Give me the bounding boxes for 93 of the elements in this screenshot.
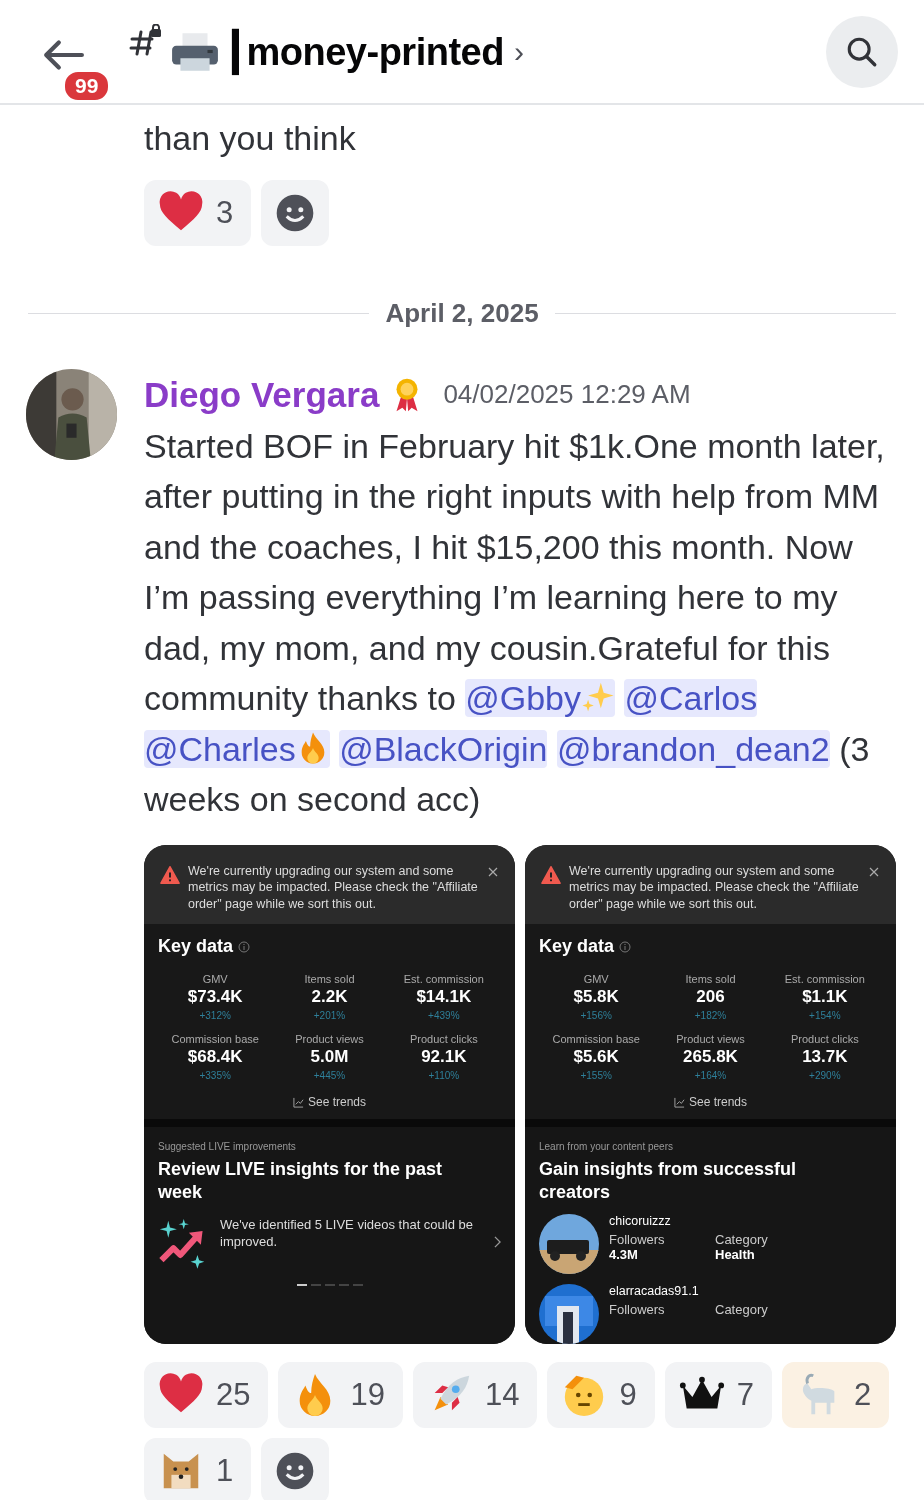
- metric-change: +290%: [809, 1070, 841, 1081]
- metric-value: 206: [696, 987, 725, 1007]
- metric-change: +154%: [809, 1010, 841, 1021]
- close-icon[interactable]: [869, 866, 879, 877]
- metric-value: $5.6K: [573, 1047, 619, 1067]
- metric-change: +182%: [694, 1010, 727, 1021]
- metric-label: Items sold: [685, 973, 736, 985]
- stat-label: Followers: [609, 1232, 665, 1247]
- message-text: than you think: [144, 118, 357, 159]
- metric-label: Product views: [676, 1033, 745, 1045]
- metric-change: +156%: [580, 1010, 612, 1021]
- metric-label: Product clicks: [409, 1033, 478, 1045]
- info-icon[interactable]: [619, 940, 632, 953]
- reaction-button[interactable]: 7: [664, 1361, 772, 1428]
- warning-icon: [160, 865, 180, 884]
- screenshot-card[interactable]: [525, 844, 896, 1344]
- screenshot-card[interactable]: [144, 844, 515, 1344]
- stat-label: Followers: [609, 1302, 665, 1317]
- chevron-icon[interactable]: ›: [513, 34, 524, 69]
- see-trends-link[interactable]: See trends: [158, 1095, 501, 1109]
- reaction-button[interactable]: 2: [781, 1361, 890, 1428]
- metric-change: +445%: [313, 1070, 346, 1081]
- section-title: Key data: [539, 936, 615, 957]
- metric-value: 92.1K: [421, 1047, 467, 1067]
- warning-icon: [541, 865, 561, 884]
- locked-channel-icon: [128, 23, 162, 58]
- add-reaction-icon: [275, 192, 316, 233]
- metric-value: 2.2K: [311, 987, 348, 1007]
- channel-name[interactable]: ┃money-printed: [224, 29, 504, 74]
- metric-change: +164%: [694, 1070, 727, 1081]
- reaction-button[interactable]: 9: [547, 1361, 655, 1428]
- section-title: Key data: [158, 936, 234, 957]
- user-mention[interactable]: @Carlos: [624, 679, 758, 717]
- stat-label: Category: [715, 1302, 769, 1317]
- close-icon[interactable]: [488, 866, 498, 877]
- metric-label: Items sold: [304, 973, 355, 985]
- see-trends-link[interactable]: See trends: [539, 1095, 882, 1109]
- metric-value: 265.8K: [683, 1047, 738, 1067]
- section-title: Review LIVE insights for the past week: [158, 1158, 444, 1204]
- printer-icon: [170, 30, 220, 73]
- timestamp: 04/02/2025 12:29 AM: [443, 379, 691, 410]
- add-reaction-button[interactable]: [261, 179, 330, 246]
- reaction-button[interactable]: 19: [278, 1361, 403, 1428]
- metric-value: 5.0M: [310, 1047, 349, 1067]
- reaction-button[interactable]: 3: [144, 179, 252, 246]
- metric-label: Product views: [295, 1033, 364, 1045]
- section-label: Suggested LIVE improvements: [158, 1141, 297, 1152]
- metric-value: $1.1K: [802, 987, 848, 1007]
- metric-change: +439%: [428, 1010, 460, 1021]
- section-title: Gain insights from successful creators: [539, 1158, 798, 1204]
- metric-value: $5.8K: [573, 987, 619, 1007]
- banner-text: We're currently upgrading our system and some metrics may be impacted. Please check the "Affiliate order" page while we sort this out.: [188, 862, 479, 912]
- metric-label: Est. commission: [403, 973, 484, 985]
- stat-value: 4.3M: [609, 1247, 639, 1262]
- suggestion-text: We've identified 5 LIVE videos that could be improved.: [220, 1216, 474, 1250]
- reaction-button[interactable]: 14: [412, 1361, 538, 1428]
- creator-name[interactable]: chicoruizzz: [609, 1214, 771, 1228]
- creator-name[interactable]: elarracadas91.1: [609, 1284, 771, 1298]
- user-mention[interactable]: @brandon_dean2: [556, 729, 830, 768]
- stat-label: Category: [715, 1232, 769, 1247]
- metric-value: 13.7K: [802, 1047, 848, 1067]
- metric-value: $73.4K: [187, 987, 243, 1007]
- chart-icon: [292, 1096, 304, 1108]
- metric-label: Product clicks: [790, 1033, 859, 1045]
- message-text: Started BOF in February hit $1k.One month later, after putting in the right inputs with help from MM and the coaches, I hit $15,200 this month. Now I’m passing everything I’m learning here to my dad, my mom, and my cousin.Grateful for this community thanks to @Gbby @Carlos @Charles @BlackOrigin @brandon_dean2 (3 weeks on second acc): [144, 425, 886, 820]
- user-mention[interactable]: @Gbby: [465, 679, 616, 717]
- metric-label: GMV: [583, 973, 609, 985]
- metric-change: +312%: [199, 1010, 231, 1021]
- reaction-button[interactable]: 25: [144, 1361, 269, 1428]
- metric-change: +335%: [199, 1070, 231, 1081]
- stat-value: Health: [715, 1247, 756, 1262]
- back-arrow-icon[interactable]: [42, 38, 84, 71]
- author-name[interactable]: Diego Vergara: [144, 374, 380, 415]
- date-divider: April 2, 2025: [385, 297, 539, 329]
- metric-value: $68.4K: [187, 1047, 243, 1067]
- metric-value: $14.1K: [416, 987, 472, 1007]
- metric-label: Est. commission: [784, 973, 865, 985]
- metric-label: Commission base: [171, 1033, 259, 1045]
- metric-change: +201%: [313, 1010, 346, 1021]
- reaction-button[interactable]: 1: [144, 1437, 252, 1500]
- metric-label: Commission base: [552, 1033, 640, 1045]
- metric-change: +155%: [580, 1070, 612, 1081]
- user-mention[interactable]: @Charles: [144, 729, 330, 768]
- metric-change: +110%: [428, 1070, 460, 1081]
- metric-label: GMV: [202, 973, 228, 985]
- banner-text: We're currently upgrading our system and some metrics may be impacted. Please check the "Affiliate order" page while we sort this out.: [569, 862, 860, 912]
- info-icon[interactable]: [238, 940, 251, 953]
- add-reaction-icon: [275, 1450, 316, 1491]
- section-label: Learn from your content peers: [539, 1141, 674, 1152]
- add-reaction-button[interactable]: [261, 1437, 330, 1500]
- chart-icon: [673, 1096, 685, 1108]
- user-mention[interactable]: @BlackOrigin: [339, 729, 548, 768]
- page-indicator[interactable]: [296, 1284, 307, 1286]
